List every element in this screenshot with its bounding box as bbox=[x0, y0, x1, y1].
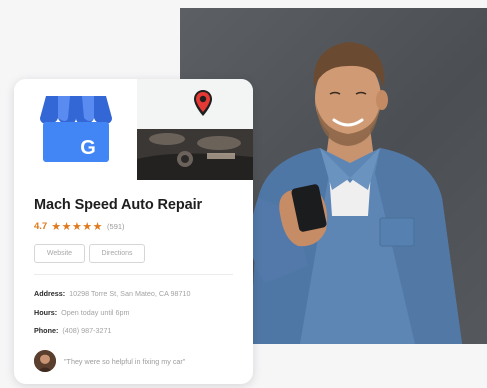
website-button[interactable]: Website bbox=[34, 244, 85, 263]
address-value[interactable]: 10298 Torre St, San Mateo, CA 98710 bbox=[69, 289, 190, 298]
divider bbox=[34, 274, 233, 275]
address-label: Address: bbox=[34, 289, 66, 298]
business-name: Mach Speed Auto Repair bbox=[34, 197, 203, 213]
avatar bbox=[34, 350, 56, 372]
rating-value: 4.7 bbox=[34, 221, 48, 232]
logo-area: G bbox=[14, 79, 137, 180]
reviewer-avatar-icon bbox=[34, 350, 56, 372]
business-profile-card: G Mach Speed Auto Repair 4.7 ★★★★★ (591)… bbox=[14, 79, 253, 384]
address-row: Address: 10298 Torre St, San Mateo, CA 9… bbox=[34, 289, 191, 298]
star-rating-icon: ★★★★★ bbox=[51, 221, 104, 233]
rating-row: 4.7 ★★★★★ (591) bbox=[34, 220, 125, 233]
hours-value: Open today until 6pm bbox=[61, 308, 130, 317]
phone-label: Phone: bbox=[34, 326, 59, 335]
google-my-business-storefront-icon: G bbox=[40, 96, 112, 162]
hours-label: Hours: bbox=[34, 308, 58, 317]
card-header: G bbox=[14, 79, 253, 180]
logo-letter: G bbox=[80, 137, 96, 159]
review-snippet: "They were so helpful in fixing my car" bbox=[34, 350, 185, 372]
review-count[interactable]: (591) bbox=[107, 222, 125, 231]
phone-row: Phone: (408) 987-3271 bbox=[34, 326, 112, 335]
review-quote: "They were so helpful in fixing my car" bbox=[64, 356, 186, 366]
garage-photo bbox=[137, 129, 253, 180]
map-thumbnail[interactable] bbox=[137, 79, 253, 129]
map-pin-icon bbox=[194, 90, 212, 116]
directions-button[interactable]: Directions bbox=[89, 244, 145, 263]
phone-value[interactable]: (408) 987-3271 bbox=[62, 326, 111, 335]
hours-row: Hours: Open today until 6pm bbox=[34, 308, 130, 317]
garage-interior-illustration bbox=[137, 129, 253, 180]
